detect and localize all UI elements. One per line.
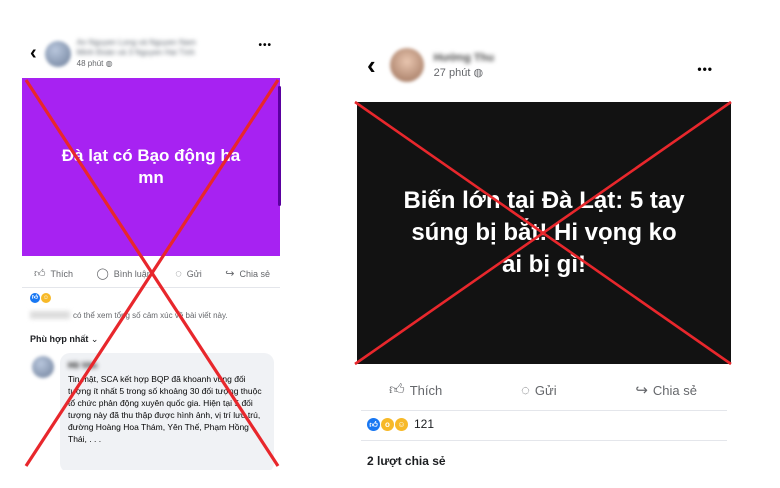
share-button[interactable]: ↪ Chia sẻ [225,267,270,280]
messenger-icon: ◌ [520,381,530,399]
post-header: ‹ An Nguyen Long và Nguyen Nam Minh Đoàn… [30,38,196,69]
share-arrow-icon: ↪ [225,268,235,280]
author-name[interactable]: Hường Thu [434,52,494,64]
chevron-down-icon: ⌄ [90,334,99,344]
like-button[interactable]: 👍︎ Thích [389,381,442,399]
divider [361,440,727,441]
back-arrow-icon[interactable]: ‹ [367,50,376,81]
shares-count[interactable]: 2 lượt chia sẻ [367,454,446,468]
scrollbar[interactable] [278,86,281,206]
like-label: Thích [409,382,443,398]
share-label: Chia sẻ [239,268,270,279]
thumbs-up-icon: 👍︎ [34,268,46,280]
post-time[interactable]: 48 phút [77,59,104,68]
haha-reaction-icon: ☺ [395,417,408,431]
left-screenshot: ‹ An Nguyen Long và Nguyen Nam Minh Đoàn… [22,30,284,470]
share-label: Chia sẻ [652,382,697,398]
send-label: Gửi [534,382,557,398]
avatar[interactable] [389,48,424,82]
like-reaction-icon: 👍︎ [30,293,40,303]
comment-bubble-icon: ◯ [96,268,109,280]
comment-text: Tin mật, SCA kết hợp BQP đã khoanh vùng … [68,374,262,444]
right-screenshot: ‹ Hường Thu 27 phút ◍ ••• Biến lớn tại Đ… [353,44,741,476]
globe-icon: ◍ [105,59,113,68]
reaction-count: 121 [414,417,435,431]
post-text: Đà lạt có Bạo động ha mn [61,146,241,187]
post-actions: 👍︎ Thích ◌ Gửi ↪ Chia sẻ [389,381,697,399]
post-text-card: Đà lạt có Bạo động ha mn [22,78,280,256]
thumbs-up-icon: 👍︎ [389,381,405,398]
commenter-avatar[interactable] [32,356,54,378]
send-label: Gửi [186,268,202,279]
comment-button[interactable]: ◯ Bình luận [96,267,151,280]
haha-reaction-icon: ☺ [41,293,51,303]
back-arrow-icon[interactable]: ‹ [30,42,37,65]
post-header: ‹ Hường Thu 27 phút ◍ [367,48,494,82]
like-button[interactable]: 👍︎ Thích [34,267,73,280]
comment-bubble: Hồ Văn Tin mật, SCA kết hợp BQP đã khoan… [60,353,274,470]
like-label: Thích [50,268,74,279]
like-reaction-icon: 👍︎ [367,417,380,431]
author-line-1[interactable]: An Nguyen Long và Nguyen Nam [77,38,196,48]
divider [22,287,280,288]
send-button[interactable]: ◌ Gửi [175,268,202,280]
share-button[interactable]: ↪ Chia sẻ [635,381,697,399]
globe-icon: ◍ [473,66,484,79]
more-options-icon[interactable]: ••• [258,40,272,51]
author-line-2[interactable]: Minh Đoàn và 3 Nguyen Hai Tính [77,48,196,58]
post-actions: 👍︎ Thích ◯ Bình luận ◌ Gửi ↪ Chia sẻ [34,267,270,281]
reaction-summary[interactable]: 👍︎ o ☺ 121 [367,417,434,431]
reactions-hint: có thể xem tổng số cảm xúc về bài viết n… [73,311,228,320]
comment-sort-dropdown[interactable]: Phù hợp nhất ⌄ [30,334,98,345]
blurred-name [30,311,70,319]
sort-label: Phù hợp nhất [30,334,89,344]
reaction-icons[interactable]: 👍︎ ☺ [30,293,51,303]
wow-reaction-icon: o [381,417,394,431]
messenger-icon: ◌ [175,267,182,280]
post-time[interactable]: 27 phút [434,67,471,79]
divider [361,410,727,411]
more-options-icon[interactable]: ••• [697,62,713,76]
comment-label: Bình luận [113,268,152,279]
avatar[interactable] [44,40,71,67]
post-text-card: Biến lớn tại Đà Lạt: 5 tay súng bị bắt! … [357,102,731,364]
commenter-name[interactable]: Hồ Văn [68,359,266,371]
post-text: Biến lớn tại Đà Lạt: 5 tay súng bị bắt! … [403,187,685,278]
share-arrow-icon: ↪ [635,382,648,399]
send-button[interactable]: ◌ Gửi [521,382,557,399]
